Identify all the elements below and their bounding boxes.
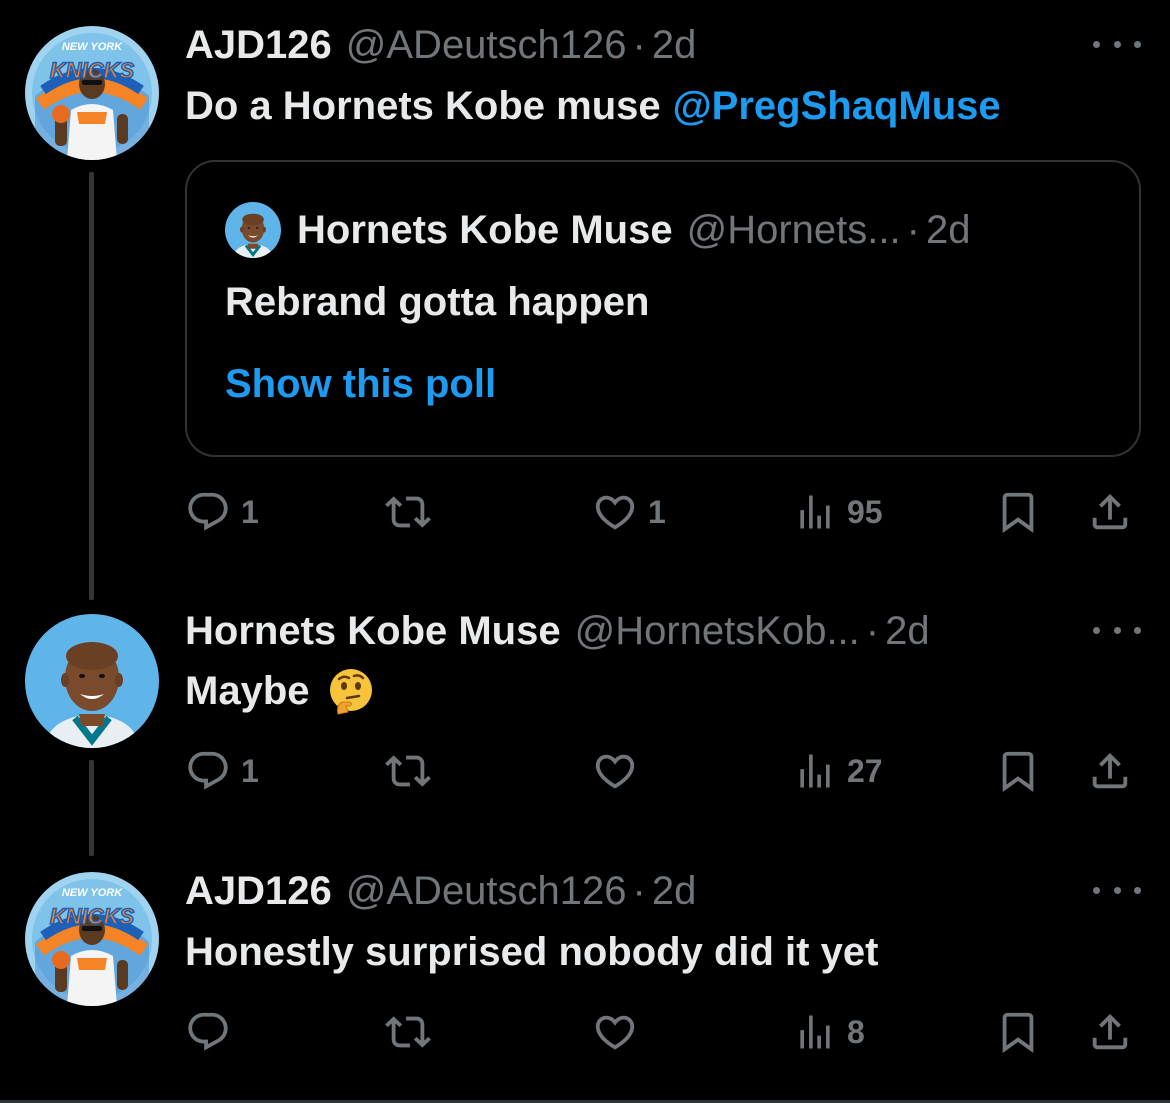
share-icon bbox=[1087, 748, 1133, 794]
repost-icon bbox=[385, 489, 431, 535]
tweet-text-content: Maybe bbox=[185, 668, 310, 713]
quoted-handle: @Hornets... bbox=[686, 207, 901, 252]
timestamp[interactable]: 2d bbox=[652, 23, 697, 68]
thread-line bbox=[89, 760, 94, 856]
separator: · bbox=[906, 207, 920, 252]
reply-button[interactable]: 1 bbox=[185, 746, 259, 796]
quoted-text: Rebrand gotta happen bbox=[225, 280, 650, 324]
show-poll-link[interactable]: Show this poll bbox=[225, 362, 496, 407]
knicks-avatar-image: NEW YORK KNICKS bbox=[25, 26, 159, 160]
bookmark-button[interactable] bbox=[995, 746, 1041, 796]
separator: · bbox=[632, 22, 646, 67]
action-bar: 1 27 bbox=[185, 746, 1145, 796]
share-button[interactable] bbox=[1087, 746, 1133, 796]
repost-button[interactable] bbox=[385, 1007, 441, 1057]
reply-count: 1 bbox=[241, 493, 259, 530]
thinking-face-emoji bbox=[329, 669, 372, 715]
more-icon[interactable] bbox=[1093, 34, 1141, 54]
share-button[interactable] bbox=[1087, 1007, 1133, 1057]
tweet-header: AJD126 @ADeutsch126 · 2d bbox=[185, 866, 696, 916]
knicks-avatar-image: NEW YORK KNICKS bbox=[25, 872, 159, 1006]
avatar-text-main: KNICKS bbox=[50, 904, 135, 929]
views-button[interactable]: 8 bbox=[793, 1007, 865, 1057]
views-button[interactable]: 95 bbox=[793, 487, 883, 537]
view-count: 8 bbox=[847, 1013, 865, 1050]
reply-icon bbox=[185, 1009, 231, 1055]
tweet-text-content: Do a Hornets Kobe muse bbox=[185, 83, 661, 128]
reply-button[interactable] bbox=[185, 1007, 241, 1057]
reply-icon bbox=[185, 748, 231, 794]
quoted-avatar[interactable] bbox=[225, 202, 281, 258]
avatar-text-main: KNICKS bbox=[50, 58, 135, 83]
action-bar: 1 1 95 bbox=[185, 487, 1145, 537]
quoted-timestamp: 2d bbox=[925, 207, 971, 252]
tweet-text-content: Honestly surprised nobody did it yet bbox=[185, 929, 879, 974]
display-name[interactable]: AJD126 bbox=[185, 869, 332, 914]
heart-icon bbox=[592, 1009, 638, 1055]
avatar[interactable] bbox=[25, 614, 159, 748]
action-bar: 8 bbox=[185, 1007, 1145, 1057]
tweet-text: Honestly surprised nobody did it yet bbox=[185, 926, 878, 978]
view-count: 27 bbox=[847, 752, 883, 789]
reply-button[interactable]: 1 bbox=[185, 487, 259, 537]
repost-button[interactable] bbox=[385, 746, 441, 796]
mention-link[interactable]: @PregShaqMuse bbox=[673, 84, 1001, 129]
display-name[interactable]: AJD126 bbox=[185, 23, 332, 68]
separator: · bbox=[865, 608, 880, 653]
avatar[interactable]: NEW YORK KNICKS bbox=[25, 26, 159, 160]
user-handle[interactable]: @ADeutsch126 bbox=[346, 869, 627, 914]
bookmark-button[interactable] bbox=[995, 487, 1041, 537]
kobe-avatar-image bbox=[225, 202, 281, 258]
more-icon[interactable] bbox=[1093, 880, 1141, 900]
avatar-text-top: NEW YORK bbox=[62, 41, 123, 53]
reply-count: 1 bbox=[241, 752, 259, 789]
like-count: 1 bbox=[648, 493, 666, 530]
reply-icon bbox=[185, 489, 231, 535]
repost-icon bbox=[385, 748, 431, 794]
tweet-text: Maybe bbox=[185, 664, 376, 718]
quoted-header: Hornets Kobe Muse @Hornets... · 2d bbox=[297, 207, 970, 253]
repost-icon bbox=[385, 1009, 431, 1055]
heart-icon bbox=[592, 748, 638, 794]
bookmark-icon bbox=[995, 1009, 1041, 1055]
tweet-header: Hornets Kobe Muse @HornetsKob... · 2d bbox=[185, 606, 930, 656]
display-name[interactable]: Hornets Kobe Muse bbox=[185, 609, 561, 654]
kobe-avatar-image bbox=[25, 614, 159, 748]
like-button[interactable] bbox=[592, 746, 648, 796]
repost-button[interactable] bbox=[385, 487, 441, 537]
separator: · bbox=[632, 868, 646, 913]
thread-line bbox=[89, 172, 94, 600]
user-handle[interactable]: @ADeutsch126 bbox=[346, 23, 627, 68]
views-icon bbox=[793, 1010, 837, 1054]
bookmark-icon bbox=[995, 489, 1041, 535]
views-icon bbox=[793, 749, 837, 793]
heart-icon bbox=[592, 489, 638, 535]
tweet-header: AJD126 @ADeutsch126 · 2d bbox=[185, 20, 696, 70]
timestamp[interactable]: 2d bbox=[885, 609, 930, 654]
like-button[interactable]: 1 bbox=[592, 487, 666, 537]
timestamp[interactable]: 2d bbox=[652, 869, 697, 914]
tweet-text: Do a Hornets Kobe muse @PregShaqMuse bbox=[185, 80, 1001, 132]
share-icon bbox=[1087, 1009, 1133, 1055]
bookmark-button[interactable] bbox=[995, 1007, 1041, 1057]
avatar[interactable]: NEW YORK KNICKS bbox=[25, 872, 159, 1006]
share-button[interactable] bbox=[1087, 487, 1133, 537]
views-icon bbox=[793, 490, 837, 534]
user-handle[interactable]: @HornetsKob... bbox=[575, 609, 860, 654]
avatar-text-top: NEW YORK bbox=[62, 887, 123, 899]
quoted-display-name: Hornets Kobe Muse bbox=[297, 207, 673, 252]
more-icon[interactable] bbox=[1093, 620, 1141, 640]
like-button[interactable] bbox=[592, 1007, 648, 1057]
bookmark-icon bbox=[995, 748, 1041, 794]
views-button[interactable]: 27 bbox=[793, 746, 883, 796]
share-icon bbox=[1087, 489, 1133, 535]
view-count: 95 bbox=[847, 493, 883, 530]
quoted-tweet[interactable]: Hornets Kobe Muse @Hornets... · 2d Rebra… bbox=[185, 160, 1141, 457]
